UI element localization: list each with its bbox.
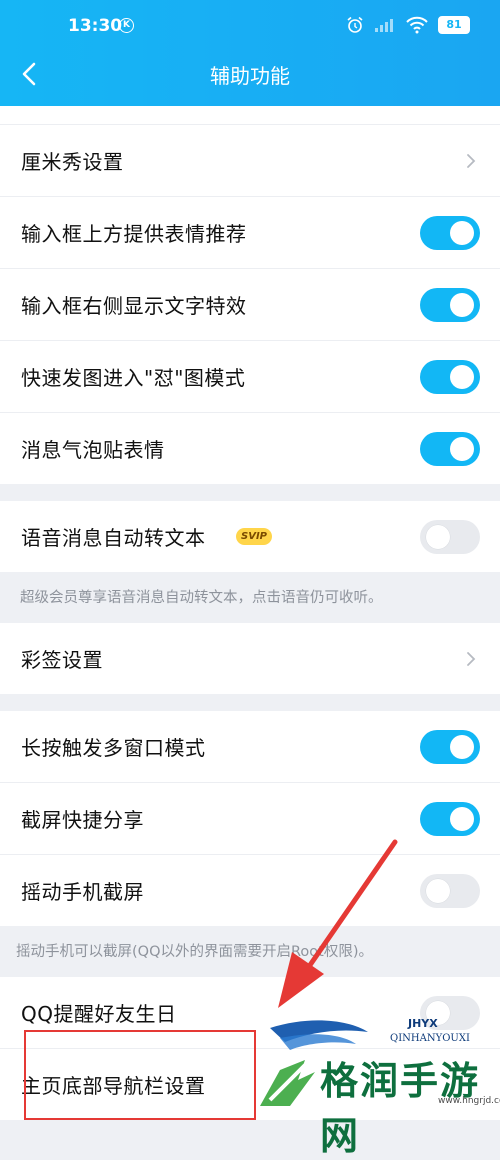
highlight-box [24, 1030, 256, 1120]
screenshot-share-toggle[interactable] [420, 801, 480, 836]
alarm-icon [347, 16, 363, 33]
text-effects-toggle[interactable] [420, 287, 480, 322]
toggle-knob [426, 878, 450, 903]
watermark-sub2: QINHANYOUXI [390, 1033, 470, 1044]
voice-to-text-note: 超级会员尊享语音消息自动转文本，点击语音仍可收听。 [0, 572, 500, 623]
status-bar: 13:30 K 81 [0, 0, 500, 48]
setting-row-color-tag[interactable]: 彩签设置 [0, 623, 500, 694]
setting-label: 厘米秀设置 [21, 150, 124, 174]
setting-label: 彩签设置 [21, 648, 103, 672]
status-time: 13:30 [68, 16, 123, 36]
setting-row-voice-to-text: 语音消息自动转文本 SVIP [0, 501, 500, 572]
settings-group-4: 长按触发多窗口模式 截屏快捷分享 摇动手机截屏 [0, 711, 500, 926]
quick-image-toggle[interactable] [420, 359, 480, 394]
setting-label: 摇动手机截屏 [21, 880, 144, 904]
watermark-url: www.hngrjd.com [438, 1096, 500, 1106]
toggle-knob [450, 292, 474, 317]
setting-row-emoji-suggest: 输入框上方提供表情推荐 [0, 197, 500, 269]
status-icons: 81 [346, 15, 470, 35]
svip-badge: SVIP [236, 528, 272, 545]
toggle-knob [450, 364, 474, 389]
setting-row-cmshow[interactable]: 厘米秀设置 [0, 125, 500, 197]
battery-icon: 81 [438, 16, 470, 34]
setting-label: 截屏快捷分享 [21, 808, 144, 832]
list-top-edge [0, 106, 500, 125]
setting-label: 输入框上方提供表情推荐 [21, 222, 247, 246]
setting-row-quick-image: 快速发图进入"怼"图模式 [0, 341, 500, 413]
setting-label: 输入框右侧显示文字特效 [21, 294, 247, 318]
app-header: 13:30 K 81 辅助功能 [0, 0, 500, 106]
setting-label: 长按触发多窗口模式 [21, 736, 206, 760]
bubble-sticker-toggle[interactable] [420, 431, 480, 466]
setting-label: 消息气泡贴表情 [21, 438, 165, 462]
toggle-knob [450, 220, 474, 245]
setting-row-screenshot-share: 截屏快捷分享 [0, 783, 500, 855]
settings-group-1: 厘米秀设置 输入框上方提供表情推荐 输入框右侧显示文字特效 快速发图进入"怼"图… [0, 106, 500, 484]
settings-group-2: 语音消息自动转文本 SVIP [0, 501, 500, 572]
chevron-right-icon [467, 651, 476, 666]
toggle-knob [426, 524, 450, 549]
emoji-suggest-toggle[interactable] [420, 215, 480, 250]
voice-to-text-toggle[interactable] [420, 519, 480, 554]
setting-row-text-effects: 输入框右侧显示文字特效 [0, 269, 500, 341]
toggle-knob [450, 734, 474, 759]
shake-screenshot-toggle[interactable] [420, 873, 480, 908]
toggle-knob [450, 806, 474, 831]
setting-label: 语音消息自动转文本 [21, 526, 206, 550]
k-badge-icon: K [119, 18, 134, 33]
setting-row-shake-screenshot: 摇动手机截屏 [0, 855, 500, 926]
setting-row-bubble-sticker: 消息气泡贴表情 [0, 413, 500, 484]
shake-screenshot-note: 摇动手机可以截屏(QQ以外的界面需要开启Root权限)。 [0, 926, 500, 977]
wifi-icon [406, 16, 428, 34]
setting-label: 快速发图进入"怼"图模式 [21, 366, 246, 390]
page-title: 辅助功能 [210, 64, 290, 88]
settings-list: 厘米秀设置 输入框上方提供表情推荐 输入框右侧显示文字特效 快速发图进入"怼"图… [0, 106, 500, 1120]
chevron-right-icon [467, 153, 476, 168]
watermark-sub1: JHYX [408, 1017, 438, 1030]
signal-icon [375, 19, 393, 32]
setting-label: QQ提醒好友生日 [21, 1002, 177, 1026]
settings-group-3: 彩签设置 [0, 623, 500, 694]
multiwindow-toggle[interactable] [420, 729, 480, 764]
setting-row-multiwindow: 长按触发多窗口模式 [0, 711, 500, 783]
toggle-knob [450, 436, 474, 461]
